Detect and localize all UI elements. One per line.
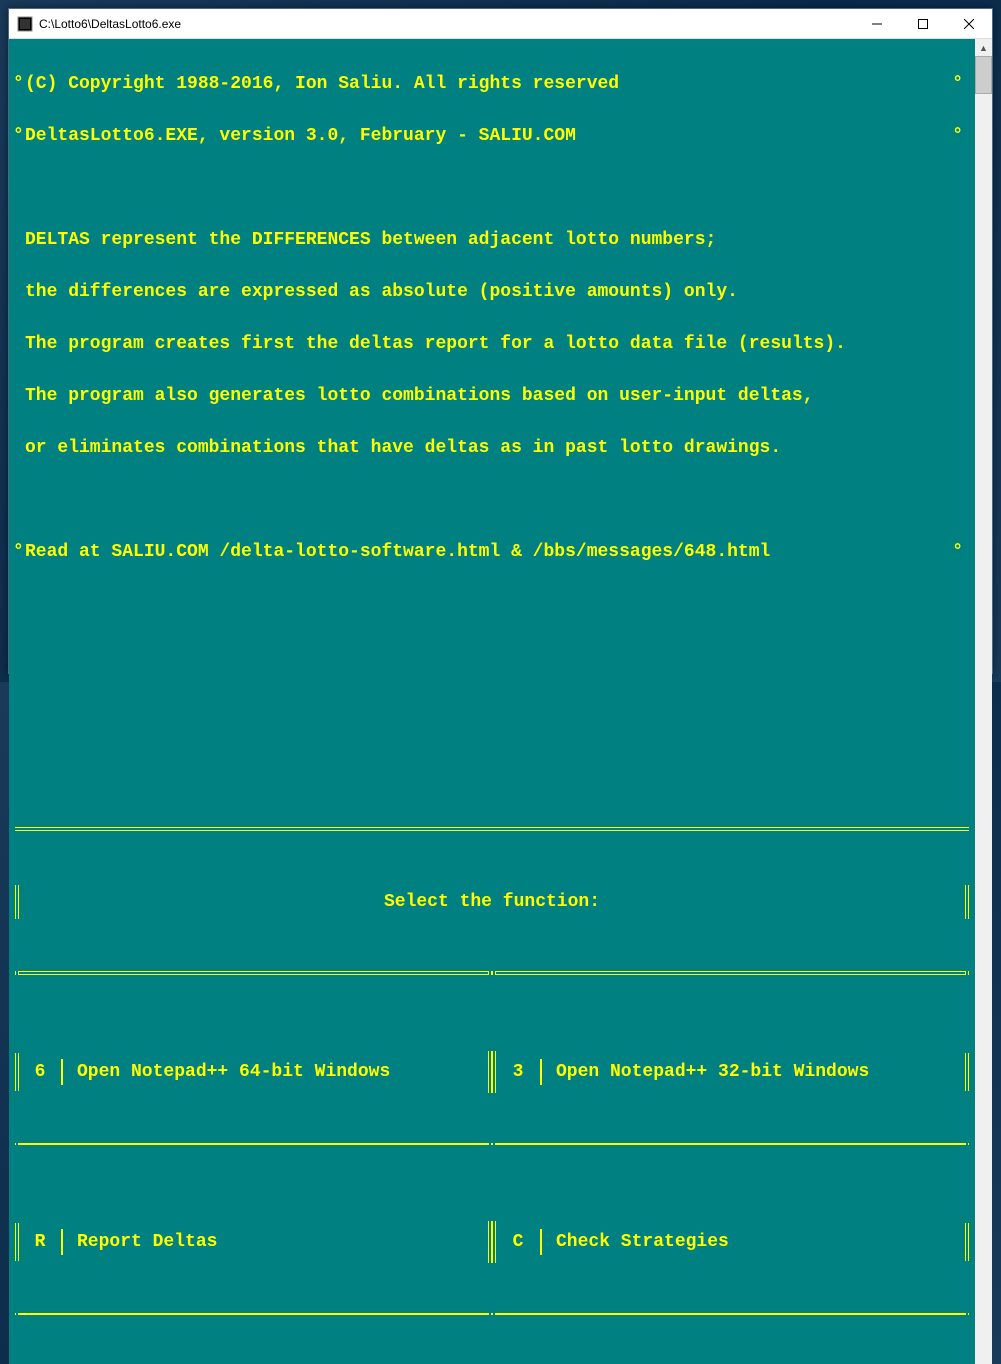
desc-line-3: The program creates first the deltas rep… <box>25 331 846 357</box>
bullet-icon: ° <box>952 539 971 565</box>
title-bar[interactable]: C:\Lotto6\DeltasLotto6.exe <box>9 9 992 39</box>
vertical-scrollbar[interactable]: ▲ <box>975 39 992 1364</box>
bullet-icon: ° <box>952 71 971 97</box>
bullet-icon: ° <box>952 123 971 149</box>
menu-row: 6 Open Notepad++ 64-bit Windows 3 Open N… <box>15 1053 969 1091</box>
menu-divider <box>488 1051 496 1093</box>
bullet-icon: ° <box>13 71 25 97</box>
minimize-button[interactable] <box>854 9 900 39</box>
app-icon <box>17 16 33 32</box>
desc-line-4: The program also generates lotto combina… <box>25 383 814 409</box>
window-title: C:\Lotto6\DeltasLotto6.exe <box>39 17 854 31</box>
maximize-icon <box>918 19 928 29</box>
readmore-text: Read at SALIU.COM /delta-lotto-software.… <box>25 539 770 565</box>
console-area: ° (C) Copyright 1988-2016, Ion Saliu. Al… <box>9 39 992 1364</box>
menu-label: Check Strategies <box>542 1229 965 1255</box>
desc-line-1: DELTAS represent the DIFFERENCES between… <box>25 227 716 253</box>
menu-key: 6 <box>19 1059 63 1085</box>
scroll-thumb[interactable] <box>975 56 992 94</box>
version-text: DeltasLotto6.EXE, version 3.0, February … <box>25 123 576 149</box>
minimize-icon <box>872 19 882 29</box>
menu-border-top <box>15 827 969 831</box>
menu-key: R <box>19 1229 63 1255</box>
menu-key: 3 <box>496 1059 542 1085</box>
console-output: ° (C) Copyright 1988-2016, Ion Saliu. Al… <box>9 39 975 1364</box>
scroll-up-icon: ▲ <box>975 39 992 56</box>
maximize-button[interactable] <box>900 9 946 39</box>
menu-item-3[interactable]: 3 Open Notepad++ 32-bit Windows <box>496 1059 965 1085</box>
app-window: C:\Lotto6\DeltasLotto6.exe ° (C) Copyrig… <box>8 8 993 674</box>
menu-item-6[interactable]: 6 Open Notepad++ 64-bit Windows <box>19 1059 488 1085</box>
menu-label: Open Notepad++ 32-bit Windows <box>542 1059 965 1085</box>
menu-row: R Report Deltas C Check Strategies <box>15 1223 969 1261</box>
bullet-icon: ° <box>13 539 25 565</box>
menu-key: C <box>496 1229 542 1255</box>
close-icon <box>964 19 974 29</box>
menu-label: Report Deltas <box>63 1229 488 1255</box>
menu-label: Open Notepad++ 64-bit Windows <box>63 1059 488 1085</box>
copyright-text: (C) Copyright 1988-2016, Ion Saliu. All … <box>25 71 619 97</box>
menu-divider <box>488 1221 496 1263</box>
menu-item-c[interactable]: C Check Strategies <box>496 1229 965 1255</box>
bullet-icon: ° <box>13 123 25 149</box>
menu-item-r[interactable]: R Report Deltas <box>19 1229 488 1255</box>
menu-title: Select the function: <box>15 885 969 919</box>
menu-box: Select the function: 6 Open Notepad++ 64… <box>15 773 969 1364</box>
close-button[interactable] <box>946 9 992 39</box>
desc-line-2: the differences are expressed as absolut… <box>25 279 738 305</box>
desc-line-5: or eliminates combinations that have del… <box>25 435 781 461</box>
